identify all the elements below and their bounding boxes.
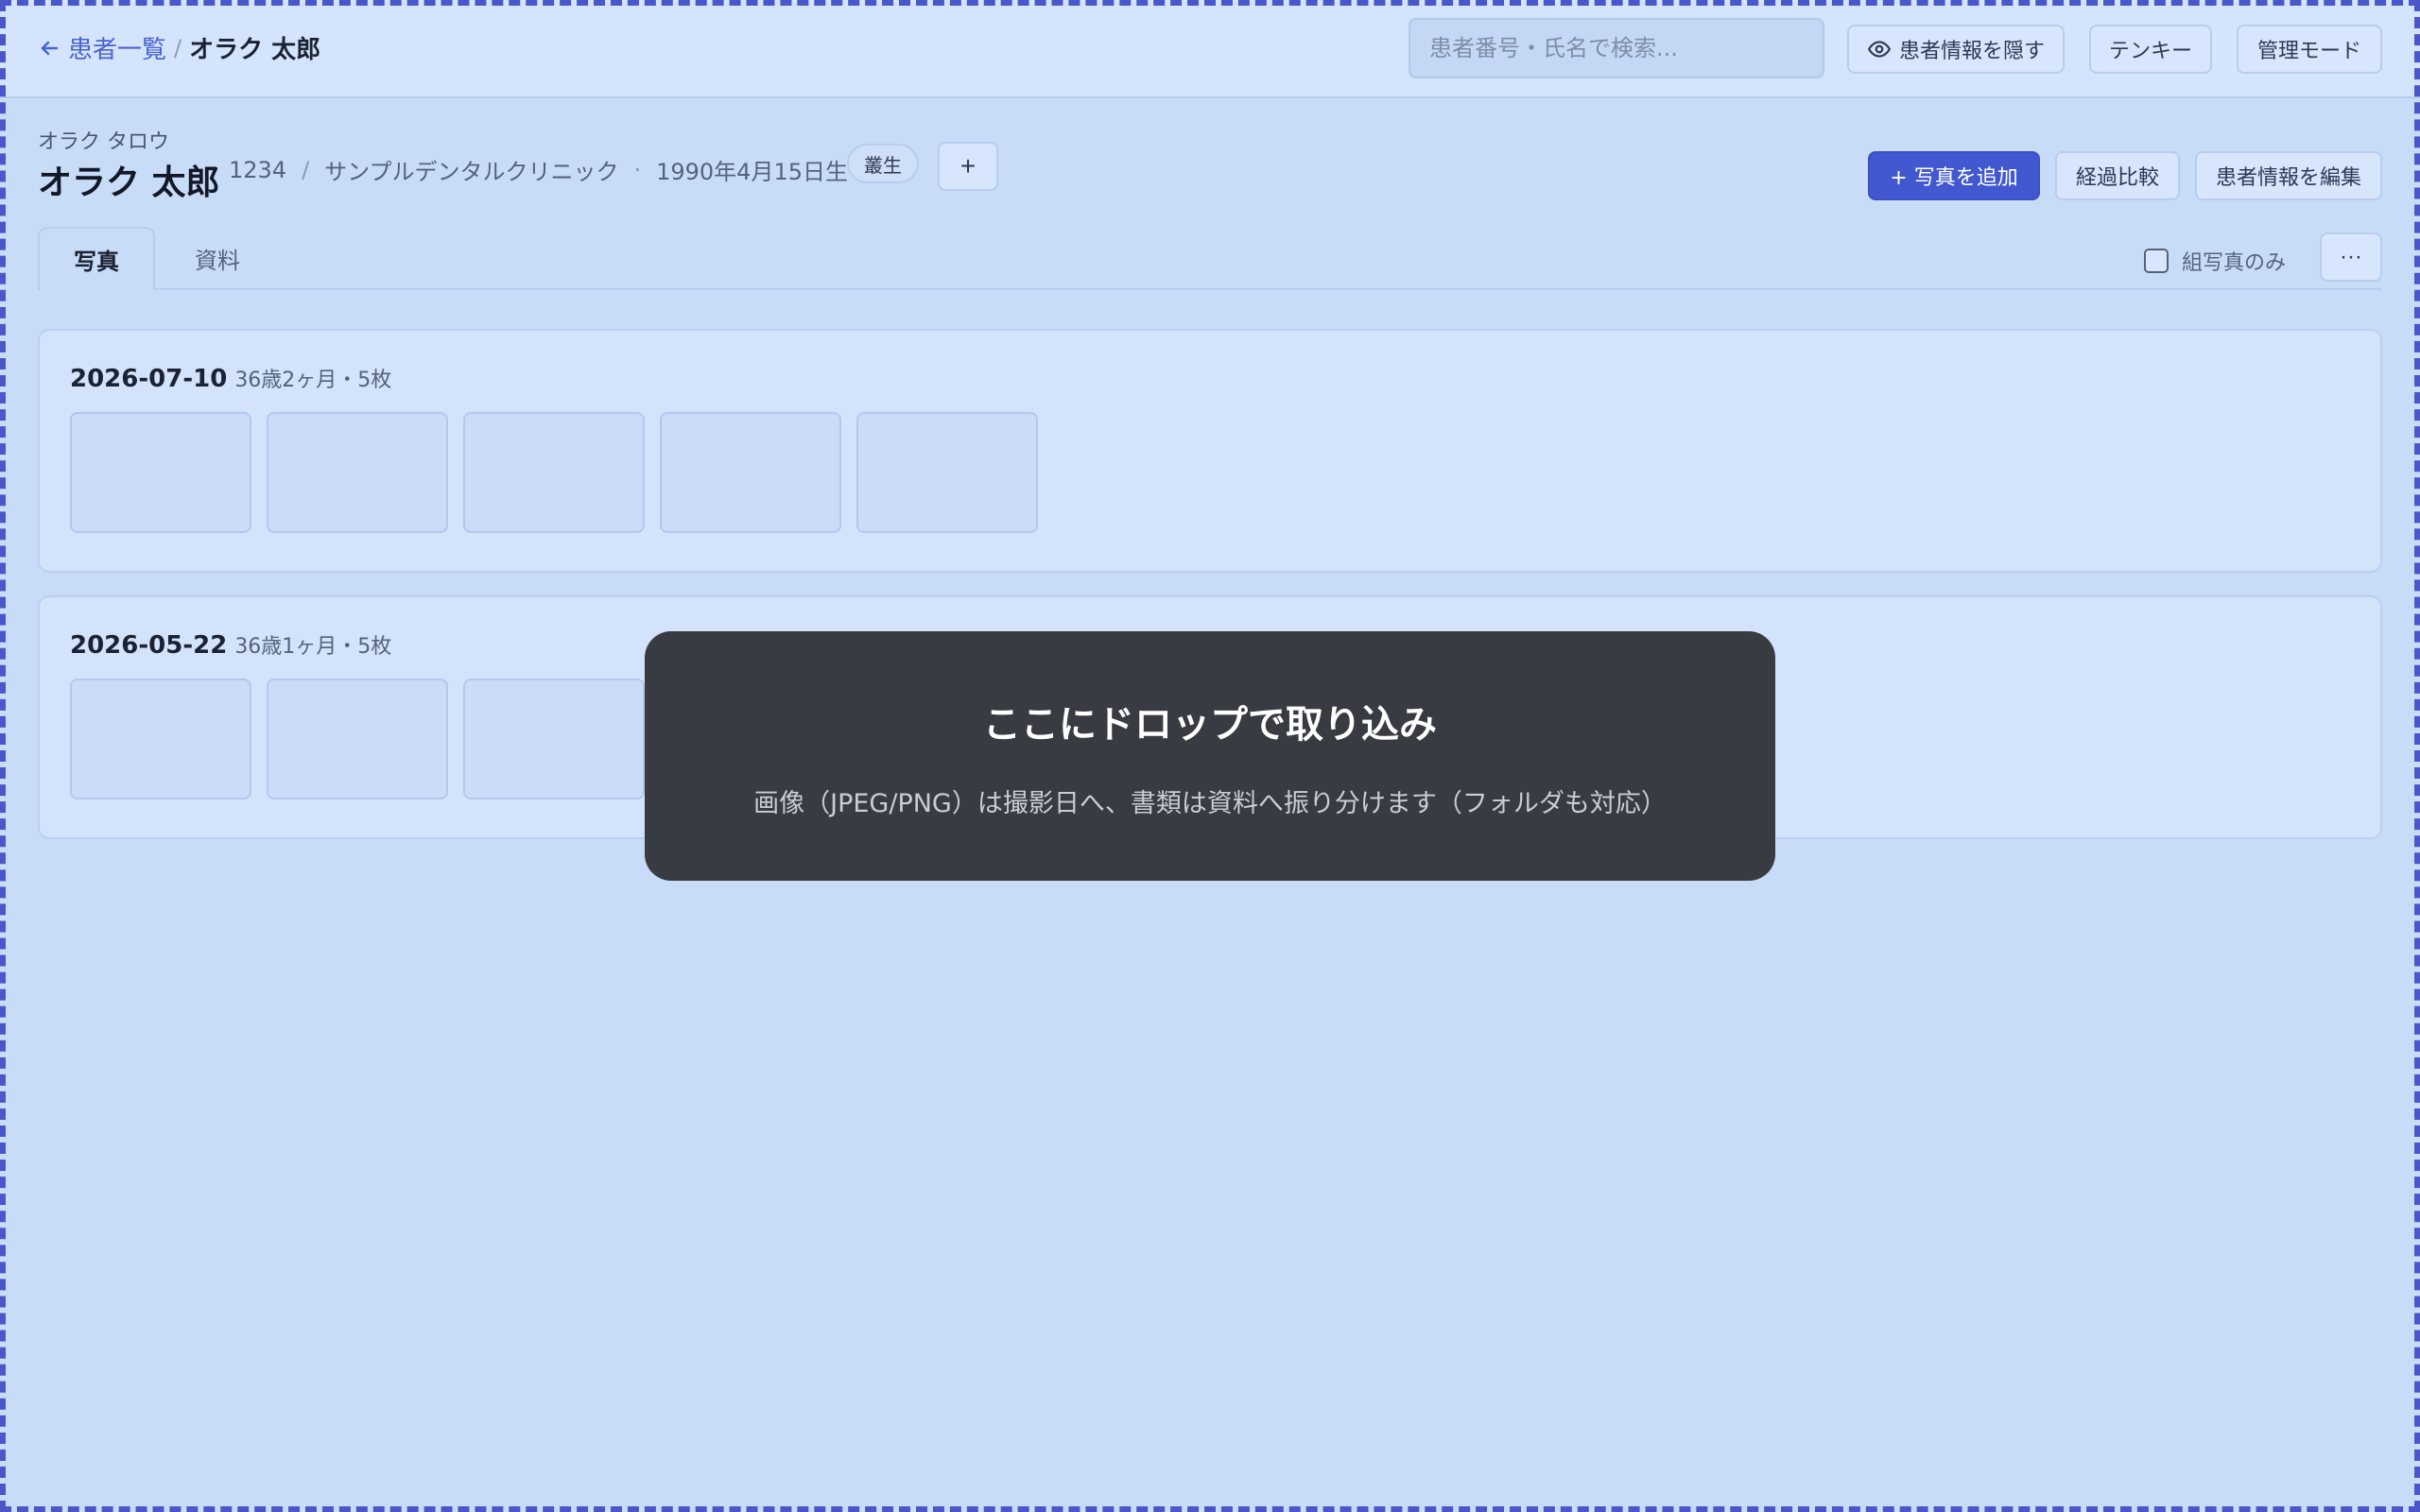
drop-zone-title: ここにドロップで取り込み — [983, 702, 1437, 747]
combo-photos-only-filter[interactable]: 組写真のみ — [2144, 246, 2286, 276]
breadcrumb-current: オラク 太郎 — [189, 36, 321, 64]
drop-zone-overlay[interactable]: ここにドロップで取り込み 画像（JPEG/PNG）は撮影日へ、書類は資料へ振り分… — [645, 631, 1775, 881]
meta-separator: / — [302, 156, 310, 183]
hide-patient-info-button[interactable]: 患者情報を隠す — [1847, 25, 2065, 74]
photo-thumbnail[interactable] — [70, 412, 251, 533]
tab-photos[interactable]: 写真 — [38, 227, 155, 290]
date-group-date: 2026-05-22 — [70, 631, 228, 660]
patient-name-kana: オラク タロウ — [38, 130, 169, 154]
edit-patient-button[interactable]: 患者情報を編集 — [2195, 151, 2382, 200]
date-group-date: 2026-07-10 — [70, 365, 228, 393]
patient-number: 1234 — [229, 156, 287, 183]
photo-thumbnail[interactable] — [267, 412, 448, 533]
photo-thumbnail[interactable] — [856, 412, 1038, 533]
date-group-meta: 36歳1ヶ月・5枚 — [234, 635, 392, 659]
more-options-button[interactable]: ··· — [2320, 232, 2382, 282]
eye-icon — [1868, 41, 1891, 58]
arrow-left-icon — [41, 41, 59, 55]
add-photo-button[interactable]: + 写真を追加 — [1868, 151, 2040, 200]
date-group: 2026-07-10 36歳2ヶ月・5枚 — [38, 329, 2382, 573]
progress-compare-button[interactable]: 経過比較 — [2055, 151, 2180, 200]
photo-thumbnail[interactable] — [463, 412, 645, 533]
photo-thumbnail[interactable] — [70, 679, 251, 799]
tabs-divider — [38, 288, 2382, 290]
top-bar: 患者一覧 / オラク 太郎 患者情報を隠す テンキー 管理モード — [0, 0, 2420, 98]
date-group-meta: 36歳2ヶ月・5枚 — [234, 369, 392, 392]
clinic-name: サンプルデンタルクリニック — [324, 159, 619, 185]
patient-meta: 1234 / サンプルデンタルクリニック · 1990年4月15日生 — [229, 153, 848, 186]
birthdate: 1990年4月15日生 — [656, 159, 848, 185]
combo-photos-only-label: 組写真のみ — [2182, 251, 2287, 275]
meta-dot: · — [633, 156, 642, 183]
tab-documents[interactable]: 資料 — [170, 227, 265, 290]
drop-zone-description: 画像（JPEG/PNG）は撮影日へ、書類は資料へ振り分けます（フォルダも対応） — [753, 788, 1667, 818]
breadcrumb-separator: / — [174, 34, 182, 61]
hide-patient-info-label: 患者情報を隠す — [1898, 40, 2045, 63]
date-group-header: 2026-05-22 36歳1ヶ月・5枚 — [70, 629, 391, 660]
breadcrumb: 患者一覧 / オラク 太郎 — [38, 30, 320, 65]
photo-thumbnail[interactable] — [660, 412, 841, 533]
add-tag-button[interactable]: + — [938, 142, 998, 191]
back-to-patient-list-link[interactable]: 患者一覧 — [38, 30, 166, 65]
photo-thumbnail[interactable] — [463, 679, 645, 799]
admin-mode-label: 管理モード — [2256, 40, 2361, 63]
tenkey-button[interactable]: テンキー — [2089, 25, 2212, 74]
tenkey-label: テンキー — [2108, 40, 2192, 63]
back-link-label: 患者一覧 — [68, 36, 167, 64]
photo-thumbnail[interactable] — [267, 679, 448, 799]
patient-search-input[interactable] — [1409, 18, 1824, 78]
admin-mode-button[interactable]: 管理モード — [2237, 25, 2382, 74]
tag-badge[interactable]: 叢生 — [847, 144, 919, 183]
combo-photos-only-checkbox[interactable] — [2144, 249, 2169, 273]
patient-name: オラク 太郎 — [38, 163, 220, 202]
date-group-header: 2026-07-10 36歳2ヶ月・5枚 — [70, 363, 391, 393]
